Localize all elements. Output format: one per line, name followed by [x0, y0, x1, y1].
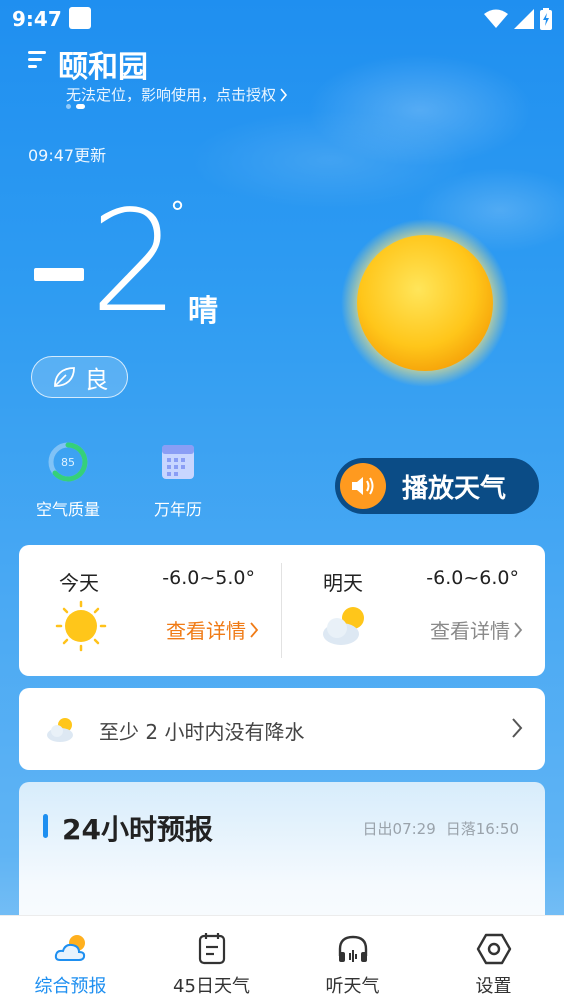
chevron-right-icon	[512, 718, 523, 738]
precipitation-card[interactable]: 至少 2 小时内没有降水	[19, 688, 545, 770]
notification-app-icon	[69, 7, 91, 29]
speaker-icon	[340, 463, 386, 509]
sun-icon	[341, 219, 509, 387]
play-weather-label: 播放天气	[402, 473, 507, 504]
degree-symbol: °	[170, 196, 185, 231]
nav-label: 听天气	[325, 976, 380, 997]
tomorrow-detail-label: 查看详情	[430, 619, 510, 643]
partly-cloudy-icon	[323, 607, 364, 645]
status-icons	[484, 8, 552, 30]
sun-times: 日出07:29 日落16:50	[363, 818, 519, 839]
status-time: 9:47	[12, 7, 62, 31]
city-name[interactable]: 颐和园	[58, 42, 148, 86]
page-dot-active	[76, 104, 85, 109]
aqi-level: 良	[84, 365, 109, 394]
nav-label: 综合预报	[34, 976, 107, 997]
play-weather-button[interactable]: 播放天气	[335, 458, 539, 514]
aqi-badge[interactable]: 良	[31, 356, 128, 398]
tomorrow-label: 明天	[323, 571, 363, 595]
chevron-right-icon	[514, 621, 523, 638]
calendar-icon	[162, 445, 194, 479]
temperature-minus-sign	[34, 268, 84, 281]
calendar-tool[interactable]: 万年历	[146, 440, 210, 520]
air-quality-tool[interactable]: 85 空气质量	[30, 440, 106, 520]
nav-label: 设置	[475, 976, 512, 997]
bottom-navigation: 综合预报 45日天气 听天气 设置	[0, 915, 564, 1004]
daily-forecast-card: 今天 -6.0~5.0° 查看详情 明天 -6.0~6.0° 查看详情	[19, 545, 545, 676]
today-detail-link[interactable]: 查看详情	[166, 615, 259, 644]
tomorrow-forecast[interactable]: 明天 -6.0~6.0° 查看详情	[283, 545, 545, 676]
chevron-right-icon	[280, 87, 288, 102]
headphones-icon	[338, 935, 367, 962]
sunrise-time: 日出07:29	[362, 820, 436, 838]
page-dot	[66, 104, 71, 109]
sunny-icon	[55, 600, 107, 652]
calendar-label: 万年历	[153, 500, 202, 519]
nav-settings[interactable]: 设置	[423, 916, 564, 1004]
forecast-divider	[281, 563, 282, 658]
today-label: 今天	[59, 571, 99, 595]
weather-condition: 晴	[188, 294, 218, 329]
city-page-indicator	[66, 104, 85, 109]
weather-overview-icon	[54, 935, 85, 961]
location-hint-text: 无法定位，影响使用，点击授权	[66, 86, 277, 104]
status-bar: 9:47	[0, 0, 564, 38]
menu-icon[interactable]	[26, 49, 48, 71]
update-time: 09:47更新	[28, 146, 107, 165]
tomorrow-temperature-range: -6.0~6.0°	[426, 567, 519, 589]
partly-cloudy-small-icon	[47, 718, 73, 742]
temperature-value: 2	[90, 181, 180, 344]
location-permission-link[interactable]: 无法定位，影响使用，点击授权	[66, 84, 288, 105]
hourly-title: 24小时预报	[62, 813, 213, 846]
leaf-icon	[53, 367, 75, 387]
svg-text:85: 85	[61, 456, 75, 469]
today-temperature-range: -6.0~5.0°	[162, 567, 255, 589]
chevron-right-icon	[250, 621, 259, 638]
nav-45-day[interactable]: 45日天气	[141, 916, 282, 1004]
air-quality-label: 空气质量	[35, 500, 100, 519]
today-detail-label: 查看详情	[166, 619, 246, 643]
settings-icon	[476, 933, 511, 965]
calendar-45-icon	[198, 933, 225, 965]
signal-icon	[514, 9, 534, 29]
nav-listen[interactable]: 听天气	[282, 916, 423, 1004]
air-quality-gauge-icon: 85	[48, 442, 88, 482]
precipitation-text: 至少 2 小时内没有降水	[99, 720, 305, 744]
battery-icon	[540, 8, 552, 30]
wifi-icon	[484, 9, 508, 28]
section-accent-bar	[43, 814, 48, 838]
nav-overview[interactable]: 综合预报	[0, 916, 141, 1004]
sunset-time: 日落16:50	[445, 820, 519, 838]
nav-label: 45日天气	[173, 976, 250, 997]
today-forecast[interactable]: 今天 -6.0~5.0° 查看详情	[19, 545, 281, 676]
tomorrow-detail-link[interactable]: 查看详情	[430, 615, 523, 644]
